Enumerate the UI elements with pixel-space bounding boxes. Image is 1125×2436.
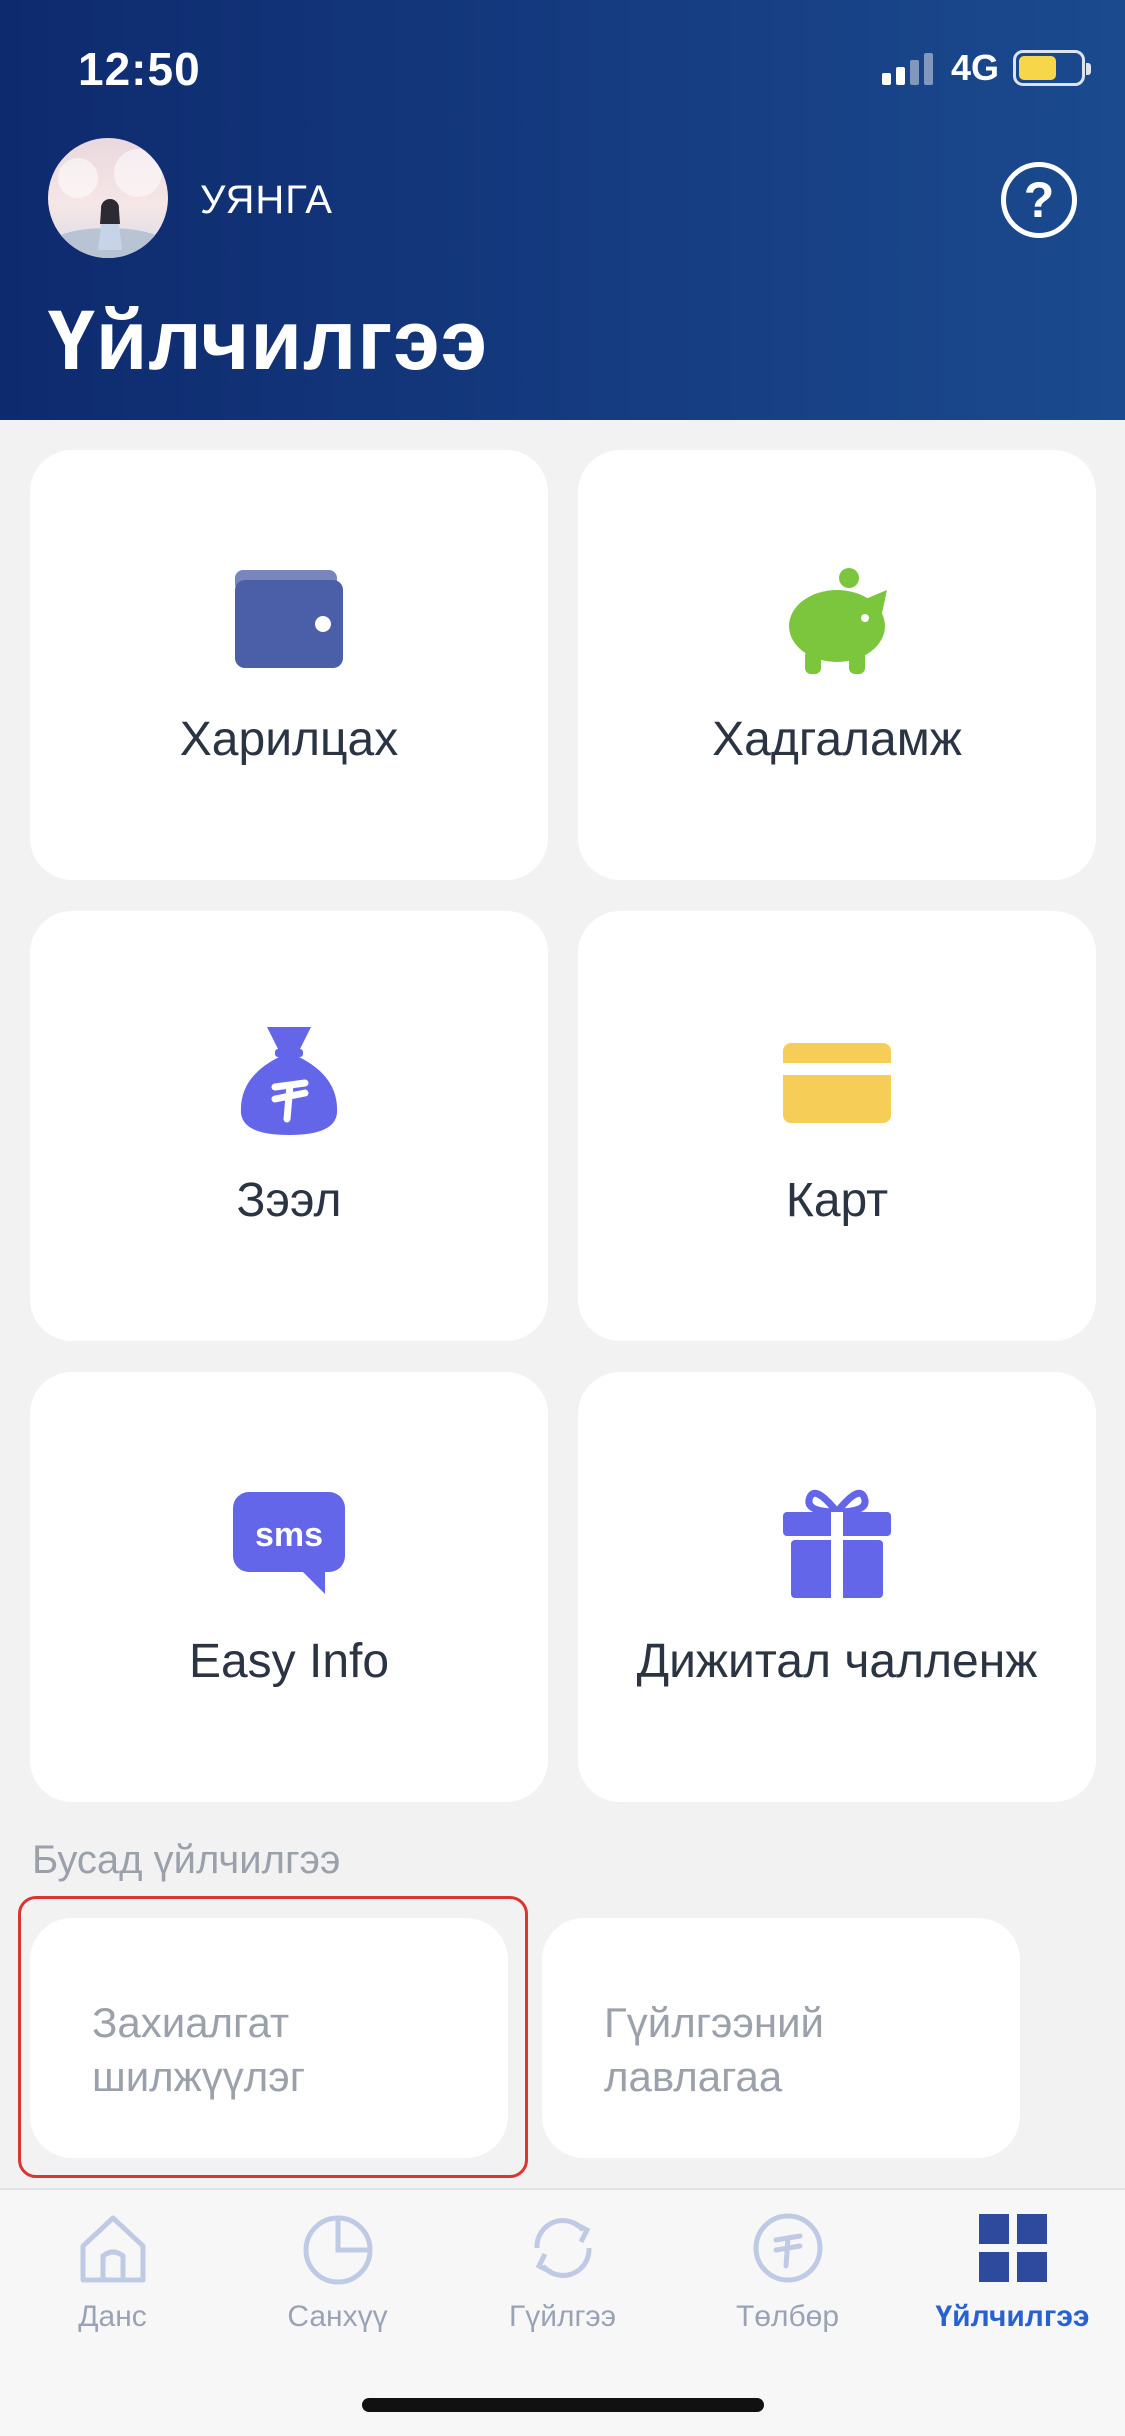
refresh-icon <box>533 2218 592 2278</box>
tab-uilchilgee[interactable]: Үйлчилгээ <box>900 2210 1125 2334</box>
piggy-bank-icon <box>789 568 887 674</box>
home-indicator <box>362 2398 764 2412</box>
tab-tolbor[interactable]: Төлбөр <box>675 2210 900 2334</box>
service-label: Дижитал чалленж <box>636 1635 1038 1688</box>
tab-label: Төлбөр <box>735 2300 840 2333</box>
help-button[interactable]: ? <box>1001 162 1077 238</box>
service-label: Хадгаламж <box>712 713 962 766</box>
sms-bubble-icon: sms <box>233 1492 345 1594</box>
status-indicators: 4G <box>881 47 1091 88</box>
avatar[interactable] <box>48 138 168 258</box>
tab-guilgee[interactable]: Гүйлгээ <box>450 2210 675 2334</box>
tugrik-coin-icon <box>753 2213 822 2283</box>
battery-icon <box>1013 50 1091 86</box>
battery-level <box>1019 56 1057 80</box>
service-label: Зээл <box>236 1174 342 1227</box>
service-transaction-statement[interactable]: Гүйлгээний лавлагаа <box>542 1918 1020 2158</box>
tab-label: Данс <box>78 2300 147 2333</box>
service-card-easy-info[interactable]: sms Easy Info <box>30 1372 548 1802</box>
grid-icon <box>978 2214 1047 2282</box>
tab-sankhuu[interactable]: Санхүү <box>225 2210 450 2334</box>
service-card-digital-challenge[interactable]: Дижитал чалленж <box>578 1372 1096 1802</box>
service-label: Easy Info <box>188 1635 390 1688</box>
tab-label: Гүйлгээ <box>508 2300 617 2333</box>
pie-chart-icon <box>303 2215 372 2285</box>
status-time: 12:50 <box>78 43 201 95</box>
network-label: 4G <box>950 47 999 88</box>
highlight-box <box>18 1896 528 2178</box>
service-label: Харилцах <box>179 713 399 766</box>
avatar-image <box>48 149 168 258</box>
tab-dans[interactable]: Данс <box>0 2210 225 2334</box>
service-card-zeel[interactable]: Зээл <box>30 911 548 1341</box>
service-label: Карт <box>785 1174 889 1227</box>
service-label: Гүйлгээний лавлагаа <box>604 1999 825 2100</box>
username[interactable]: УЯНГА <box>200 178 333 223</box>
service-card-khariltsakh[interactable]: Харилцах <box>30 450 548 880</box>
tab-label: Санхүү <box>287 2300 388 2333</box>
help-icon: ? <box>1023 172 1055 228</box>
section-title-other-services: Бусад үйлчилгээ <box>32 1838 341 1882</box>
gift-icon <box>783 1489 891 1598</box>
service-card-khadgalamzh[interactable]: Хадгаламж <box>578 450 1096 880</box>
home-icon <box>80 2215 145 2283</box>
tab-label: Үйлчилгээ <box>935 2300 1090 2333</box>
service-card-kart[interactable]: Карт <box>578 911 1096 1341</box>
wallet-icon <box>235 570 343 668</box>
signal-icon <box>881 51 933 85</box>
header: 12:50 4G УЯНГА ? Үйлчилгээ <box>0 0 1125 420</box>
card-icon <box>783 1043 891 1123</box>
money-bag-icon <box>240 1027 338 1135</box>
page-title: Үйлчилгээ <box>48 293 489 387</box>
sms-icon-text: sms <box>255 1516 323 1554</box>
